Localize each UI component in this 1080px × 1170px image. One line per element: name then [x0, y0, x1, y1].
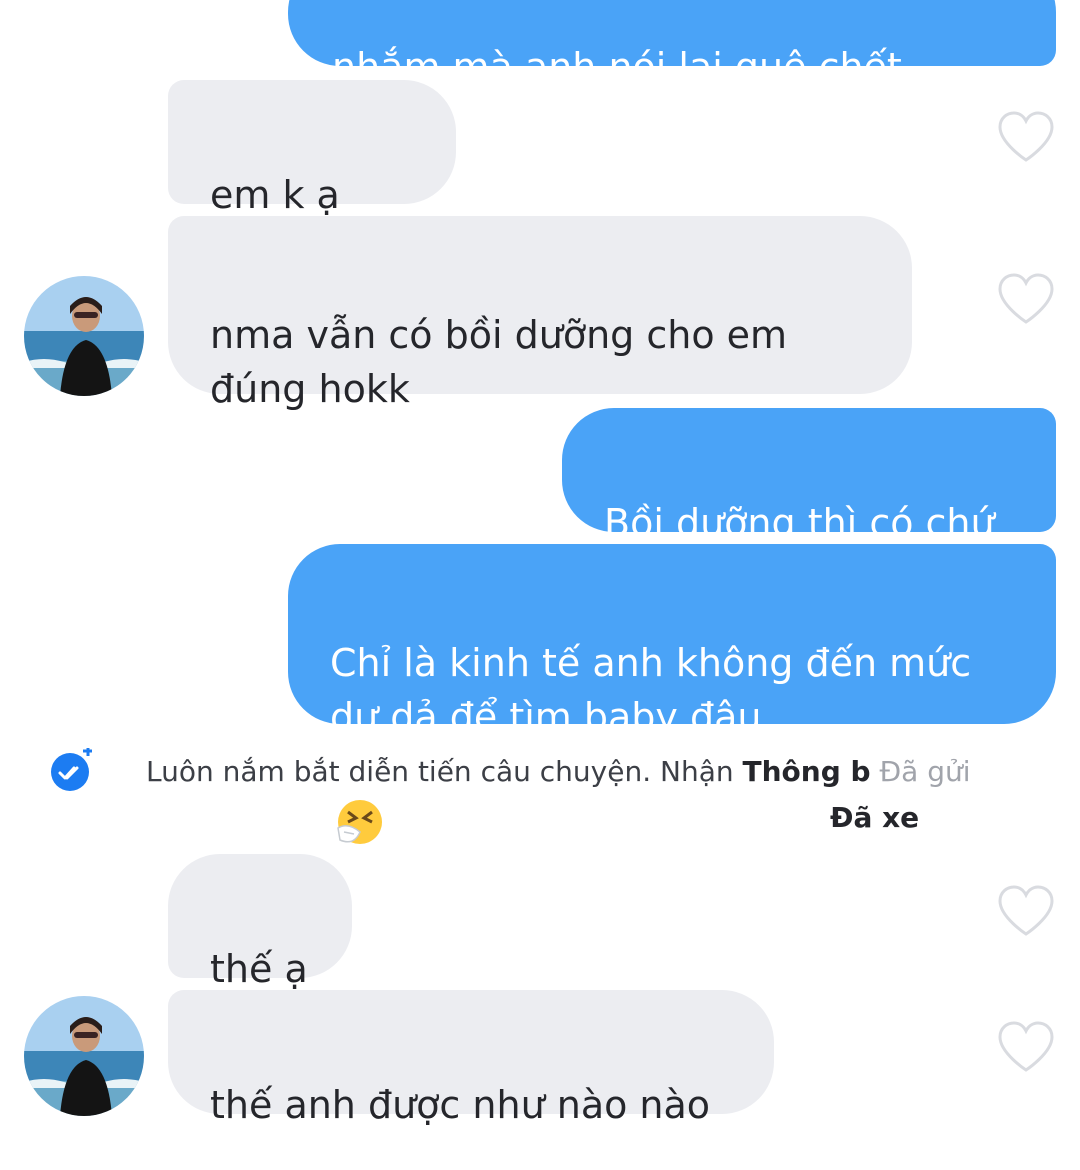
- heart-outline-icon[interactable]: [996, 884, 1056, 938]
- message-text: thế ạ: [210, 947, 308, 991]
- message-bubble-received[interactable]: thế ạ: [168, 854, 352, 991]
- contact-avatar[interactable]: [24, 996, 144, 1116]
- message-bubble-sent[interactable]: nhắm mà anh nói lại quê chết .: [288, 0, 1056, 251]
- message-text: Chỉ là kinh tế anh không đến mức dư dả đ…: [330, 641, 972, 739]
- message-text: thế anh được như nào nào: [210, 1083, 711, 1127]
- heart-outline-icon[interactable]: [996, 272, 1056, 326]
- message-bubble-sent[interactable]: Bồi dưỡng thì có chứ: [562, 408, 1056, 545]
- heart-outline-icon[interactable]: [996, 110, 1056, 164]
- contact-avatar[interactable]: [24, 276, 144, 396]
- sent-status: Đã gửi: [879, 755, 971, 788]
- notification-prompt-text: Luôn nắm bắt diễn tiến câu chuyện. Nhận: [146, 755, 743, 788]
- seen-status: Đã xe: [830, 801, 920, 834]
- message-text: nma vẫn có bồi dưỡng cho em đúng hokk: [210, 313, 788, 411]
- message-bubble-received[interactable]: nma vẫn có bồi dưỡng cho em đúng hokk: [168, 216, 912, 411]
- notification-prompt[interactable]: Luôn nắm bắt diễn tiến câu chuyện. Nhận …: [146, 752, 1056, 792]
- double-check-icon[interactable]: [48, 748, 92, 792]
- heart-outline-icon[interactable]: [996, 1020, 1056, 1074]
- message-bubble-received[interactable]: em k ạ =))): [168, 80, 456, 271]
- message-bubble-sent[interactable]: Chỉ là kinh tế anh không đến mức dư dả đ…: [288, 544, 1056, 844]
- message-bubble-received[interactable]: thế anh được như nào nào: [168, 990, 774, 1127]
- notification-link[interactable]: Thông b: [743, 755, 871, 788]
- message-text: Bồi dưỡng thì có chứ: [604, 501, 995, 545]
